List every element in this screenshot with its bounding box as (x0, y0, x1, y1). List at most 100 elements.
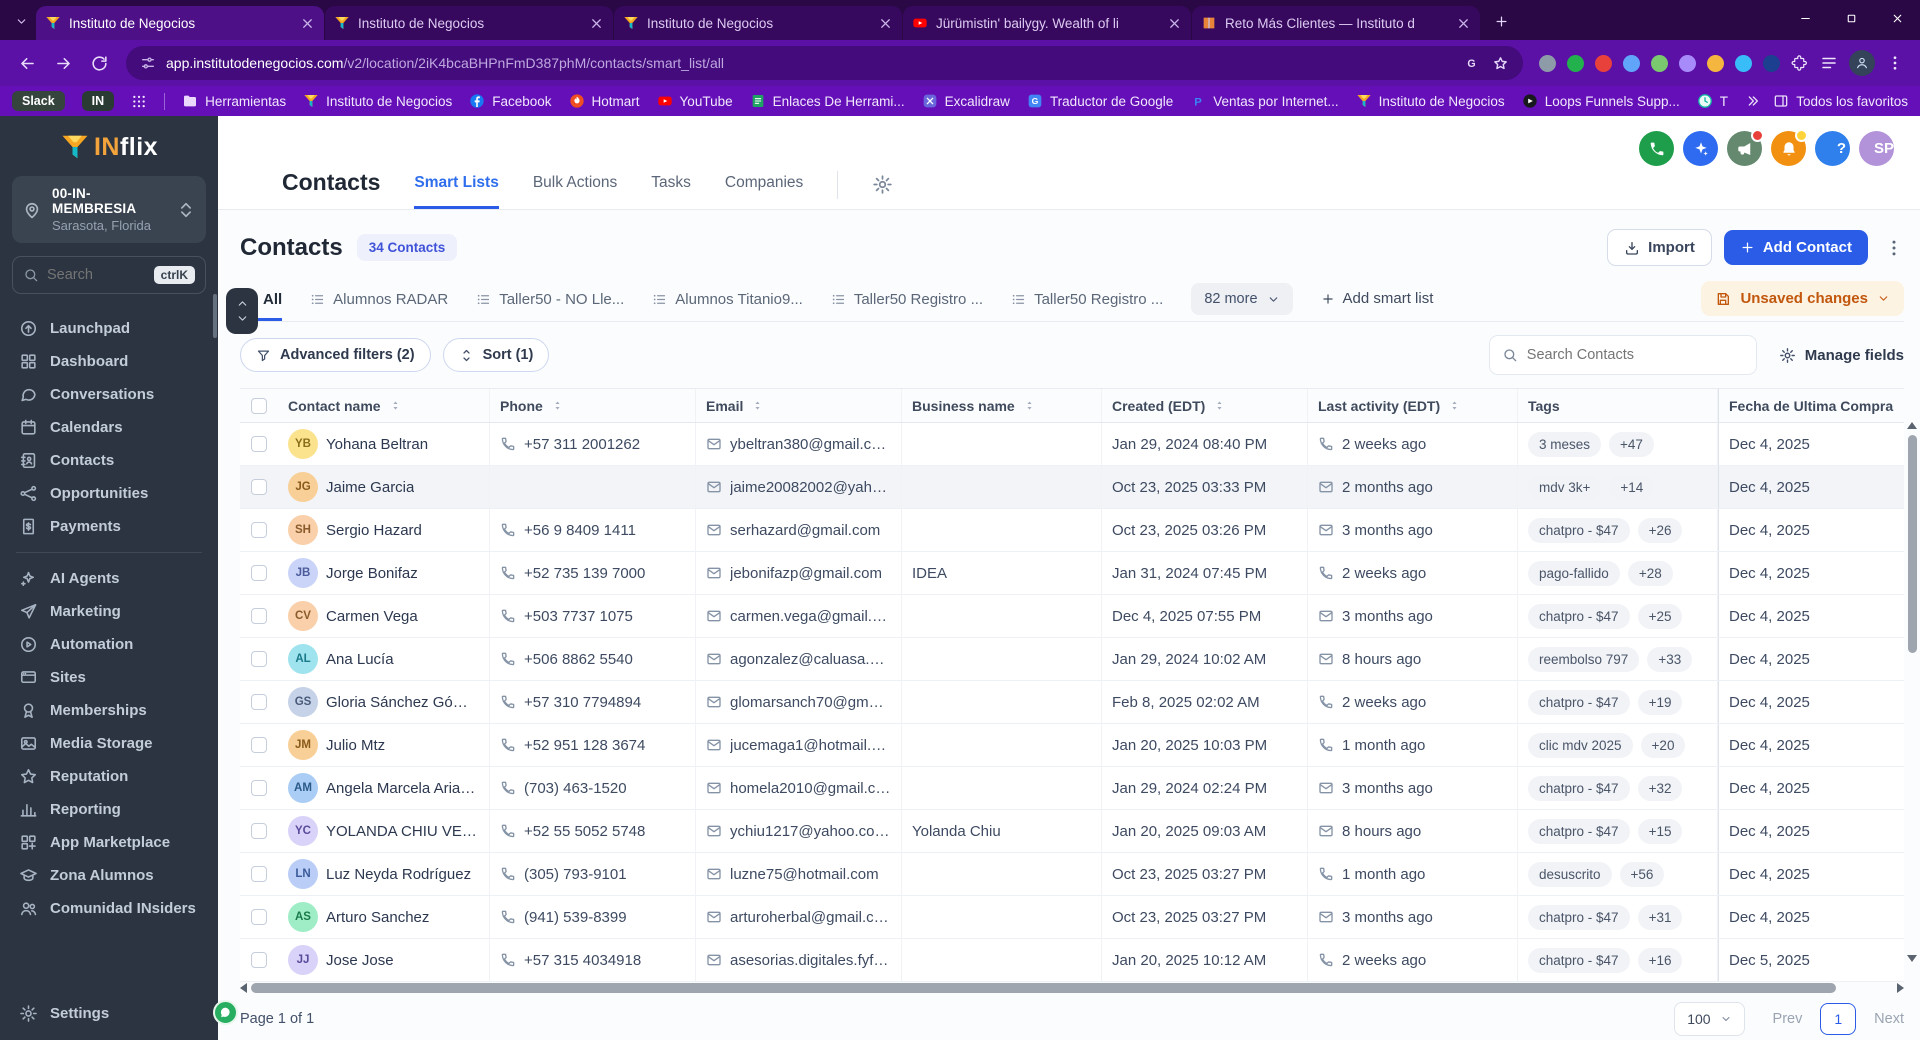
current-page-button[interactable]: 1 (1820, 1003, 1857, 1035)
minimize-button[interactable] (1782, 0, 1828, 36)
extension-icon[interactable] (1567, 54, 1584, 72)
close-icon[interactable] (589, 16, 604, 31)
top-nav-tab[interactable]: Companies (725, 174, 803, 209)
extension-icon[interactable] (1651, 54, 1668, 72)
top-nav-tab[interactable]: Bulk Actions (533, 174, 617, 209)
browser-tab[interactable]: Instituto de Negocios (614, 6, 902, 40)
tag-more-badge[interactable]: +33 (1647, 646, 1693, 672)
vertical-scroll-thumb[interactable] (1907, 435, 1917, 653)
column-sort-icon[interactable] (1213, 399, 1226, 412)
new-tab-button[interactable] (1486, 6, 1516, 36)
close-icon[interactable] (1167, 16, 1182, 31)
browser-tab[interactable]: Jürümistin' bailygy. Wealth of li (903, 6, 1191, 40)
bookmark-item[interactable]: Excalidraw (922, 93, 1010, 109)
browser-tab[interactable]: Instituto de Negocios (36, 6, 324, 40)
sorted-asc-icon[interactable] (1901, 399, 1904, 413)
table-row[interactable]: JM Julio Mtz +52 951 128 3674 jucemaga1@… (240, 724, 1904, 767)
sidebar-item[interactable]: Media Storage (12, 727, 206, 760)
column-sort-icon[interactable] (751, 399, 764, 412)
sidebar-item[interactable]: Launchpad (12, 312, 206, 345)
sidebar-item[interactable]: Payments (12, 510, 206, 543)
row-checkbox[interactable] (251, 909, 267, 925)
table-row[interactable]: AS Arturo Sanchez (941) 539-8399 arturoh… (240, 896, 1904, 939)
tag-more-badge[interactable]: +25 (1637, 603, 1683, 629)
bookmark-in[interactable]: IN (81, 91, 115, 111)
contact-name[interactable]: Julio Mtz (326, 737, 385, 754)
row-checkbox[interactable] (251, 694, 267, 710)
extension-icon[interactable] (1539, 54, 1556, 72)
sidebar-item[interactable]: Contacts (12, 444, 206, 477)
contact-name[interactable]: Jaime Garcia (326, 479, 414, 496)
top-nav-tab[interactable]: Smart Lists (414, 174, 499, 209)
extension-icon[interactable] (1763, 54, 1780, 72)
maximize-button[interactable] (1828, 0, 1874, 36)
contact-name[interactable]: Yohana Beltran (326, 436, 428, 453)
top-nav-tab[interactable]: Tasks (651, 174, 691, 209)
smart-list-tab[interactable]: Taller50 - NO Lle... (476, 291, 624, 321)
table-row[interactable]: JB Jorge Bonifaz +52 735 139 7000 jeboni… (240, 552, 1904, 595)
next-page-button[interactable]: Next (1874, 1011, 1904, 1027)
contact-name[interactable]: Angela Marcela Arias G... (326, 780, 479, 797)
tag-badge[interactable]: reembolso 797 (1528, 646, 1640, 672)
more-options-icon[interactable] (1884, 238, 1904, 258)
bookmarks-overflow-icon[interactable] (1745, 93, 1761, 109)
bookmark-slack[interactable]: Slack (12, 91, 65, 111)
sidebar-item-settings[interactable]: Settings (12, 997, 206, 1030)
sidebar-item[interactable]: Calendars (12, 411, 206, 444)
contact-name[interactable]: Jorge Bonifaz (326, 565, 418, 582)
per-page-select[interactable]: 100 (1674, 1002, 1745, 1036)
tag-more-badge[interactable]: +56 (1619, 861, 1665, 887)
sidebar-item[interactable]: Marketing (12, 595, 206, 628)
tag-badge[interactable]: chatpro - $47 (1528, 947, 1630, 973)
sidebar-item[interactable]: Automation (12, 628, 206, 661)
table-row[interactable]: YB Yohana Beltran +57 311 2001262 ybeltr… (240, 423, 1904, 466)
column-tags[interactable]: Tags (1528, 398, 1560, 414)
smart-list-tab[interactable]: Taller50 Registro ... (1011, 291, 1163, 321)
table-row[interactable]: JG Jaime Garcia jaime20082002@yaho... Oc… (240, 466, 1904, 509)
topbar-action-button[interactable] (1639, 131, 1674, 166)
forward-button[interactable] (46, 46, 80, 80)
bookmark-item[interactable]: Enlaces De Herrami... (750, 93, 905, 109)
tag-badge[interactable]: pago-fallido (1528, 560, 1620, 586)
column-sort-icon[interactable] (551, 399, 564, 412)
column-last-activity[interactable]: Last activity (EDT) (1318, 398, 1440, 414)
add-smart-list-button[interactable]: Add smart list (1321, 290, 1433, 321)
column-sort-icon[interactable] (1448, 399, 1461, 412)
tag-more-badge[interactable]: +15 (1637, 818, 1683, 844)
row-checkbox[interactable] (251, 866, 267, 882)
topbar-action-button[interactable] (1727, 129, 1764, 166)
tag-badge[interactable]: clic mdv 2025 (1528, 732, 1633, 758)
tag-badge[interactable]: chatpro - $47 (1528, 517, 1630, 543)
tag-badge[interactable]: mdv 3k+ (1528, 474, 1602, 500)
site-settings-icon[interactable] (140, 55, 156, 71)
extensions-puzzle-icon[interactable] (1791, 54, 1809, 72)
tag-badge[interactable]: 3 meses (1528, 431, 1602, 457)
contact-name[interactable]: Gloria Sánchez Gómez (326, 694, 479, 711)
contact-name[interactable]: Arturo Sanchez (326, 909, 429, 926)
sidebar-search[interactable]: ctrlK (12, 256, 206, 294)
table-row[interactable]: AL Ana Lucía +506 8862 5540 agonzalez@ca… (240, 638, 1904, 681)
topbar-action-button[interactable]: SP (1859, 131, 1894, 166)
table-row[interactable]: CV Carmen Vega +503 7737 1075 carmen.veg… (240, 595, 1904, 638)
reload-button[interactable] (82, 46, 116, 80)
row-checkbox[interactable] (251, 737, 267, 753)
sidebar-item[interactable]: Reputation (12, 760, 206, 793)
table-row[interactable]: AM Angela Marcela Arias G... (703) 463-1… (240, 767, 1904, 810)
contact-name[interactable]: Sergio Hazard (326, 522, 422, 539)
bookmark-item[interactable]: Facebook (469, 93, 552, 109)
column-phone[interactable]: Phone (500, 398, 543, 414)
vertical-scrollbar[interactable] (1906, 422, 1918, 962)
select-all-checkbox[interactable] (251, 397, 267, 414)
tag-more-badge[interactable]: +26 (1637, 517, 1683, 543)
smart-list-tab[interactable]: Taller50 Registro ... (831, 291, 983, 321)
column-contact-name[interactable]: Contact name (288, 398, 381, 414)
bookmark-item[interactable]: YouTube (657, 93, 733, 109)
horizontal-scroll-thumb[interactable] (251, 983, 1836, 993)
tag-badge[interactable]: chatpro - $47 (1528, 904, 1630, 930)
import-button[interactable]: Import (1607, 229, 1712, 266)
browser-menu-icon[interactable] (1886, 54, 1904, 72)
scroll-down-arrow[interactable] (1907, 955, 1917, 962)
prev-page-button[interactable]: Prev (1773, 1011, 1803, 1027)
browser-tab[interactable]: Reto Más Clientes — Instituto d (1192, 6, 1480, 40)
tag-more-badge[interactable]: +19 (1637, 689, 1683, 715)
